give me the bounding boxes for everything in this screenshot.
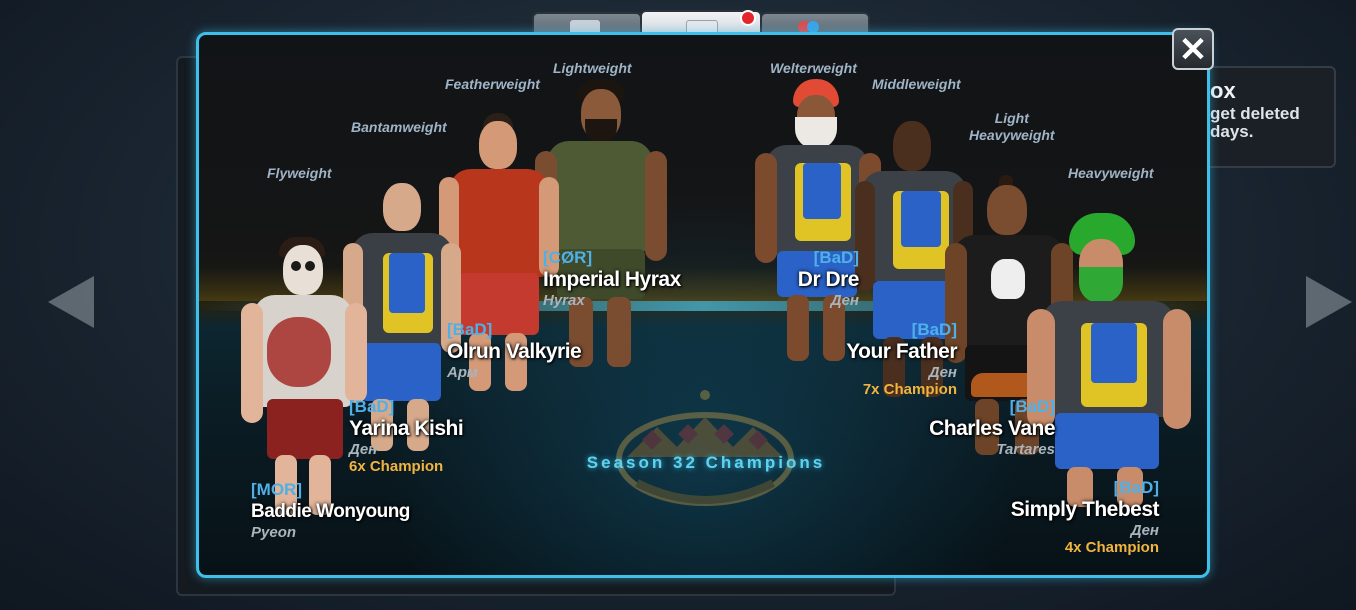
player-country: Ден: [349, 441, 378, 458]
division-label-featherweight: Featherweight: [445, 76, 540, 92]
player-country: Pyeon: [251, 524, 297, 541]
player-country: Hyrax: [543, 292, 585, 309]
champion-count: 6x Champion: [349, 458, 444, 475]
player-name: Yarina Kishi: [349, 417, 464, 440]
player-country: Ден: [928, 364, 957, 381]
division-label-light-heavyweight: Light Heavyweight: [969, 110, 1055, 143]
champion-info-heavyweight[interactable]: [BaD] Simply Thebest Ден 4x Champion: [979, 478, 1160, 557]
player-name: Dr Dre: [797, 268, 860, 291]
champion-info-light-heavyweight[interactable]: [BaD] Charles Vane Tartares: [899, 397, 1055, 458]
player-country: Tartares: [996, 441, 1055, 458]
champion-info-lightweight[interactable]: [CØR] Imperial Hyrax Hyrax: [543, 248, 681, 309]
champion-info-featherweight[interactable]: [BaD] Olrun Valkyrie Арм: [447, 320, 582, 381]
clan-tag: [BaD]: [349, 397, 395, 416]
division-label-lightweight: Lightweight: [553, 60, 632, 76]
champion-info-bantamweight[interactable]: [BaD] Yarina Kishi Ден 6x Champion: [349, 397, 464, 476]
player-country: Ден: [830, 292, 859, 309]
champion-info-middleweight[interactable]: [BaD] Your Father Ден 7x Champion: [805, 320, 957, 399]
clan-tag: [BaD]: [447, 320, 493, 339]
champions-emblem: [616, 390, 794, 506]
notification-dot: [740, 10, 756, 26]
player-country: Арм: [447, 364, 478, 381]
division-label-heavyweight: Heavyweight: [1068, 165, 1154, 181]
close-icon: ✕: [1178, 31, 1208, 69]
division-label-welterweight: Welterweight: [770, 60, 857, 76]
side-card-title: ox: [1210, 78, 1236, 103]
clan-tag: [MOR]: [251, 480, 302, 499]
next-arrow[interactable]: [1306, 276, 1352, 328]
champion-count: 4x Champion: [1064, 539, 1159, 556]
player-name: Olrun Valkyrie: [447, 340, 582, 363]
clan-tag: [BaD]: [813, 248, 859, 267]
clan-tag: [BaD]: [1113, 478, 1159, 497]
clan-tag: [CØR]: [543, 248, 593, 267]
division-label-middleweight: Middleweight: [872, 76, 961, 92]
previous-arrow[interactable]: [48, 276, 94, 328]
division-label-bantamweight: Bantamweight: [351, 119, 447, 135]
clan-tag: [BaD]: [911, 320, 957, 339]
champions-panel: Flyweight Bantamweight Featherweight Lig…: [196, 32, 1210, 578]
player-name: Baddie Wonyoung: [251, 501, 410, 522]
side-card-text: get deleted days.: [1210, 104, 1300, 141]
player-name: Your Father: [846, 340, 957, 363]
champion-info-welterweight[interactable]: [BaD] Dr Dre Ден: [759, 248, 860, 309]
player-country: Ден: [1130, 522, 1159, 539]
player-name: Imperial Hyrax: [543, 268, 681, 291]
clan-tag: [BaD]: [1009, 397, 1055, 416]
champion-info-flyweight[interactable]: [MOR] Baddie Wonyoung Pyeon: [251, 480, 410, 541]
season-title: Season 32 Champions: [586, 453, 826, 472]
player-name: Charles Vane: [929, 417, 1055, 440]
close-button[interactable]: ✕: [1172, 28, 1214, 70]
division-label-flyweight: Flyweight: [267, 165, 332, 181]
player-name: Simply Thebest: [1010, 498, 1160, 521]
